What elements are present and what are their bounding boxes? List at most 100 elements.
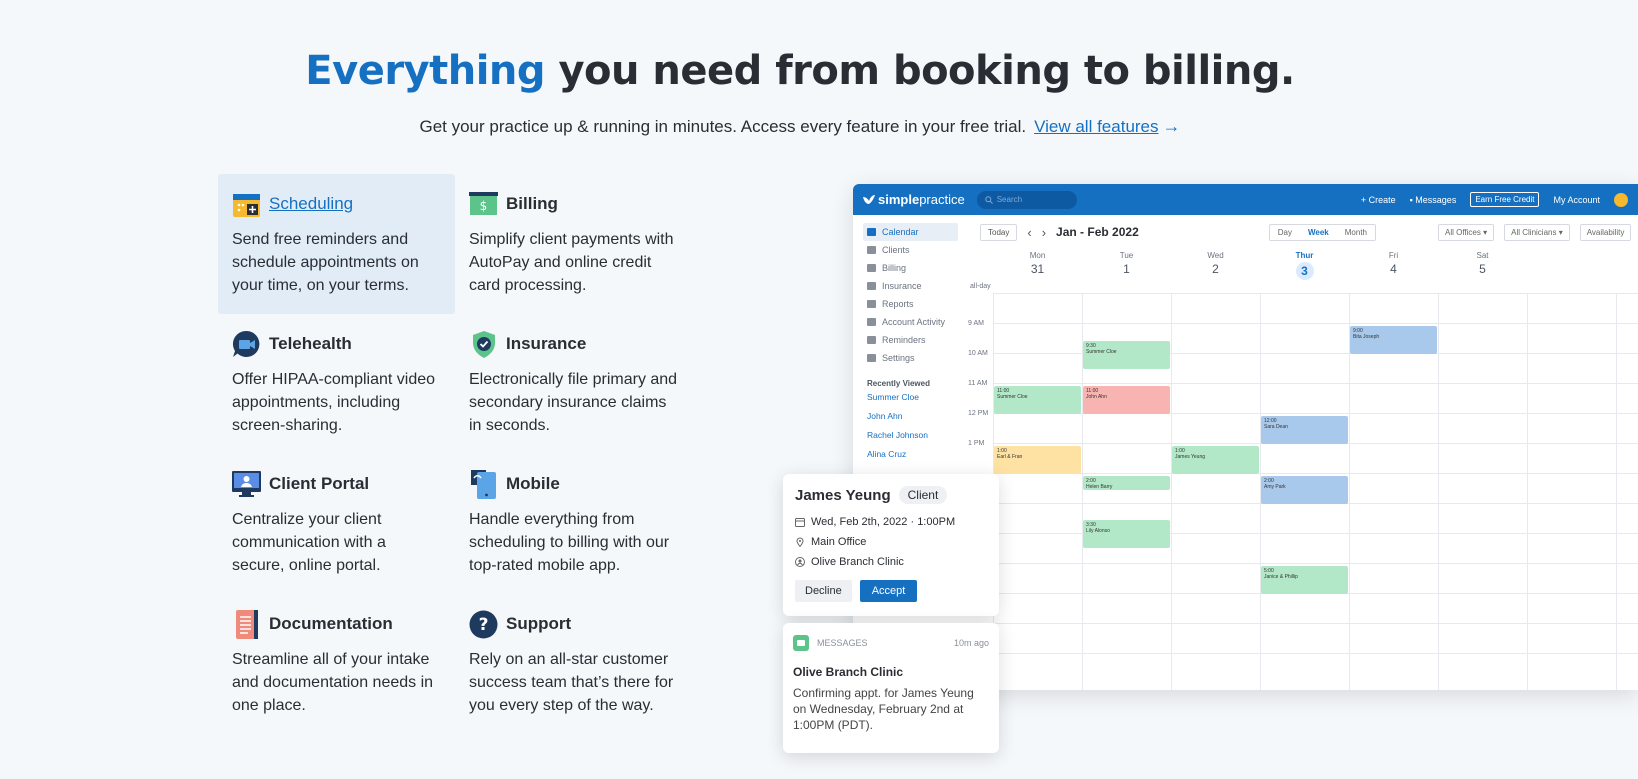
feature-scheduling[interactable]: Scheduling Send free reminders and sched… xyxy=(218,174,455,314)
feature-title[interactable]: Support xyxy=(506,614,571,634)
calendar-event[interactable]: 9:00 Bita Joseph xyxy=(1350,326,1437,354)
sidebar-item-label: Reminders xyxy=(882,335,926,345)
feature-title[interactable]: Telehealth xyxy=(269,334,352,354)
calendar-event[interactable]: 1:00 Earl & Fran xyxy=(994,446,1081,474)
feature-title[interactable]: Billing xyxy=(506,194,558,214)
time-label: 1 PM xyxy=(968,440,985,447)
sidebar-item-clients[interactable]: Clients xyxy=(863,241,958,259)
day-name: Wed xyxy=(1207,251,1224,260)
feature-mobile[interactable]: Mobile Handle everything from scheduling… xyxy=(455,454,692,594)
calendar-event[interactable]: 2:00 Helen Barry xyxy=(1083,476,1170,490)
day-number: 3 xyxy=(1295,262,1314,280)
event-name: Amy Park xyxy=(1264,484,1286,490)
message-label: MESSAGES xyxy=(817,638,868,648)
recent-client-link[interactable]: Summer Cloe xyxy=(863,388,958,407)
calendar-event[interactable]: 11:00 Summer Cloe xyxy=(994,386,1081,414)
feature-title[interactable]: Documentation xyxy=(269,614,393,634)
allday-label: all-day xyxy=(970,283,991,290)
messages-button[interactable]: ▪ Messages xyxy=(1410,195,1457,205)
calendar-event[interactable]: 2:00 Amy Park xyxy=(1261,476,1348,504)
sidebar-item-insurance[interactable]: Insurance xyxy=(863,277,958,295)
sidebar-item-billing[interactable]: Billing xyxy=(863,259,958,277)
feature-desc: Rely on an all-star customer success tea… xyxy=(469,651,674,714)
message-time: 10m ago xyxy=(953,638,989,648)
event-name: Bita Joseph xyxy=(1353,334,1380,340)
calendar-event[interactable]: 11:00 John Ahn xyxy=(1083,386,1170,414)
page-title: Everything you need from booking to bill… xyxy=(0,48,1600,94)
feature-title[interactable]: Insurance xyxy=(506,334,586,354)
view-week[interactable]: Week xyxy=(1300,225,1337,240)
time-label: 9 AM xyxy=(968,320,984,327)
app-topbar: simplepractice Search + Create ▪ Message… xyxy=(853,184,1638,215)
sidebar-item-reports[interactable]: Reports xyxy=(863,295,958,313)
my-account-button[interactable]: My Account xyxy=(1553,195,1600,205)
sidebar-item-label: Account Activity xyxy=(882,317,946,327)
view-month[interactable]: Month xyxy=(1337,225,1375,240)
feature-desc: Streamline all of your intake and docume… xyxy=(232,651,434,714)
chart-icon xyxy=(867,300,876,308)
view-all-features-link[interactable]: View all features xyxy=(1034,117,1158,136)
availability-button[interactable]: Availability xyxy=(1579,223,1632,241)
logo-rest: practice xyxy=(919,192,965,207)
appointment-location: Main Office xyxy=(811,536,867,548)
day-header: Wed 2 xyxy=(1171,251,1260,276)
app-search[interactable]: Search xyxy=(976,190,1077,209)
prev-week-button[interactable]: ‹ xyxy=(1027,225,1031,240)
calendar-event[interactable]: 1:00 James Yeung xyxy=(1172,446,1259,474)
calendar-event[interactable]: 5:00 Janice & Phillip xyxy=(1261,566,1348,594)
message-icon xyxy=(793,635,809,651)
messages-label: Messages xyxy=(1415,194,1457,205)
svg-text:?: ? xyxy=(479,615,489,635)
sidebar-item-reminders[interactable]: Reminders xyxy=(863,331,958,349)
calendar-event[interactable]: 3:30 Lily Alonso xyxy=(1083,520,1170,548)
sidebar-item-label: Reports xyxy=(882,299,914,309)
sidebar-item-calendar[interactable]: Calendar xyxy=(863,223,958,241)
avatar[interactable] xyxy=(1614,192,1628,207)
feature-title[interactable]: Client Portal xyxy=(269,474,369,494)
feature-documentation[interactable]: Documentation Streamline all of your int… xyxy=(218,594,455,734)
grid-line xyxy=(993,563,1638,564)
recent-client-link[interactable]: Rachel Johnson xyxy=(863,426,958,445)
sidebar-item-account-activity[interactable]: Account Activity xyxy=(863,313,958,331)
event-name: Lily Alonso xyxy=(1086,528,1110,534)
day-header: Fri 4 xyxy=(1349,251,1438,276)
grid-line xyxy=(1438,293,1439,690)
feature-insurance[interactable]: Insurance Electronically file primary an… xyxy=(455,314,692,454)
next-week-button[interactable]: › xyxy=(1042,225,1046,240)
feature-telehealth[interactable]: Telehealth Offer HIPAA-compliant video a… xyxy=(218,314,455,454)
recent-client-link[interactable]: John Ahn xyxy=(863,407,958,426)
calendar-view: Today ‹ › Jan - Feb 2022 Day Week Month … xyxy=(968,215,1638,690)
grid-line xyxy=(993,473,1638,474)
clinicians-select[interactable]: All Clinicians ▾ xyxy=(1504,223,1570,241)
recent-client-link[interactable]: Alina Cruz xyxy=(863,445,958,464)
feature-title[interactable]: Mobile xyxy=(506,474,560,494)
accept-button[interactable]: Accept xyxy=(859,580,918,602)
feature-client-portal[interactable]: Client Portal Centralize your client com… xyxy=(218,454,455,594)
feature-title[interactable]: Scheduling xyxy=(269,194,353,214)
feature-support[interactable]: ? Support Rely on an all-star customer s… xyxy=(455,594,692,734)
create-button[interactable]: + Create xyxy=(1361,195,1396,205)
search-placeholder: Search xyxy=(996,195,1023,204)
feature-desc: Send free reminders and schedule appoint… xyxy=(232,231,419,294)
message-title: Olive Branch Clinic xyxy=(793,665,904,679)
decline-button[interactable]: Decline xyxy=(795,580,852,602)
view-day[interactable]: Day xyxy=(1270,225,1300,240)
user-circle-icon xyxy=(795,557,805,567)
event-name: Helen Barry xyxy=(1086,484,1113,490)
subtitle-text: Get your practice up & running in minute… xyxy=(419,117,1027,136)
feature-billing[interactable]: $ Billing Simplify client payments with … xyxy=(455,174,692,314)
feature-desc: Electronically file primary and secondar… xyxy=(469,371,678,434)
offices-select[interactable]: All Offices ▾ xyxy=(1438,223,1495,241)
arrow-right-icon[interactable]: → xyxy=(1163,116,1181,136)
day-name: Thur xyxy=(1295,251,1314,260)
logo-bold: simple xyxy=(878,192,920,207)
sidebar-item-settings[interactable]: Settings xyxy=(863,349,958,367)
calendar-event[interactable]: 9:30 Summer Cloe xyxy=(1083,341,1170,369)
dollar-card-icon: $ xyxy=(469,190,498,219)
day-name: Tue xyxy=(1119,251,1134,260)
calendar-event[interactable]: 12:00 Sara Dean xyxy=(1261,416,1348,444)
day-name: Sat xyxy=(1476,251,1489,260)
today-button[interactable]: Today xyxy=(980,223,1018,241)
view-switcher: Day Week Month xyxy=(1268,223,1376,241)
earn-credit-button[interactable]: Earn Free Credit xyxy=(1470,192,1540,207)
